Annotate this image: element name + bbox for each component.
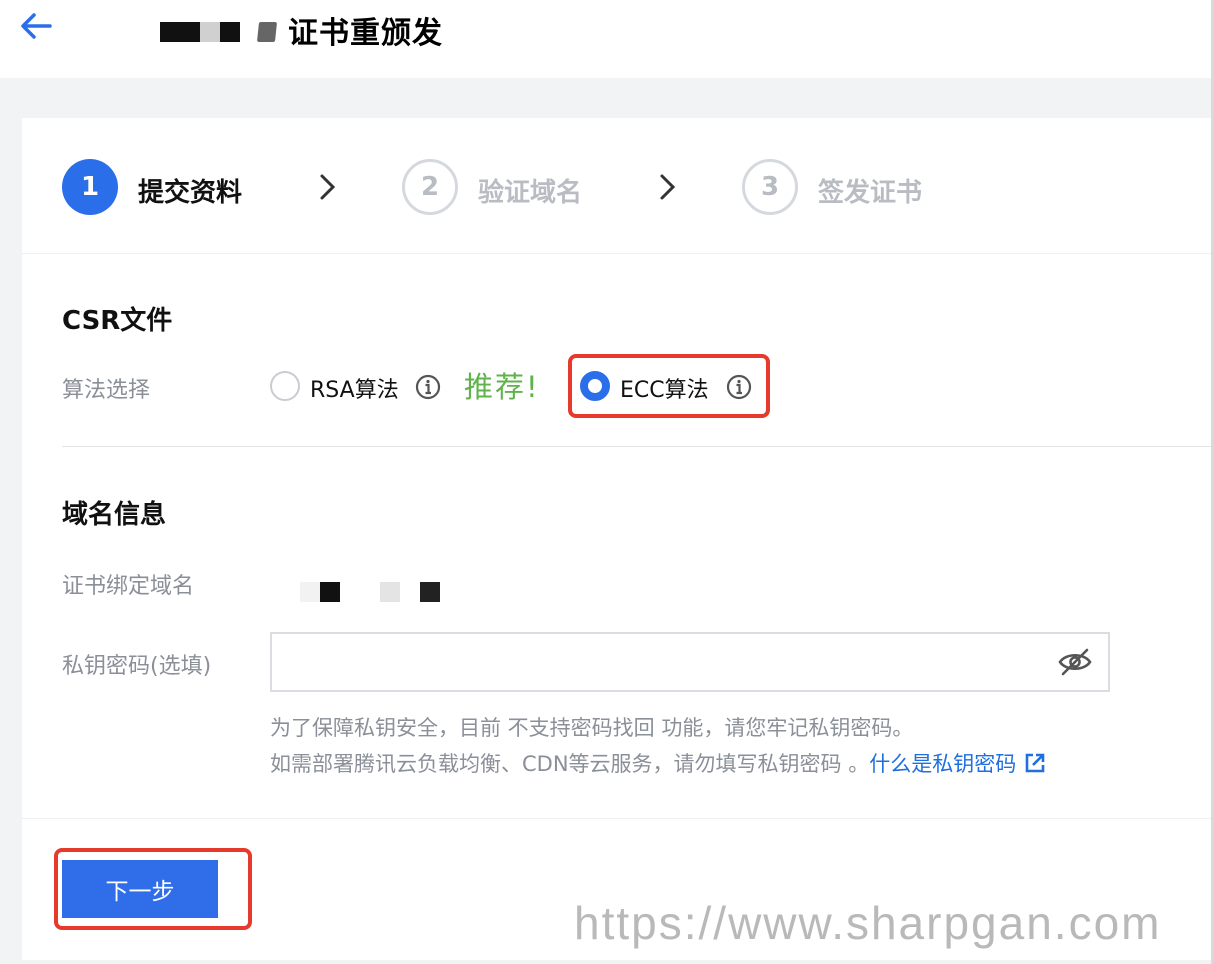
what-is-private-key-link[interactable]: 什么是私钥密码 bbox=[869, 752, 1016, 776]
private-key-label: 私钥密码(选填) bbox=[62, 654, 212, 679]
back-arrow-icon[interactable] bbox=[18, 10, 54, 42]
recommend-text: 推荐! bbox=[464, 370, 540, 404]
step-2-circle: 2 bbox=[402, 159, 458, 215]
eye-hidden-icon[interactable] bbox=[1058, 648, 1092, 676]
info-icon[interactable] bbox=[415, 374, 441, 400]
algorithm-label: 算法选择 bbox=[62, 378, 151, 403]
step-1-circle: 1 bbox=[62, 159, 118, 215]
next-step-button[interactable]: 下一步 bbox=[62, 860, 218, 918]
private-key-hint-line2: 如需部署腾讯云负载均衡、CDN等云服务，请勿填写私钥密码 。 bbox=[270, 752, 870, 776]
bound-domain-label: 证书绑定域名 bbox=[62, 574, 195, 599]
chevron-right-icon bbox=[660, 174, 676, 200]
domain-section-title: 域名信息 bbox=[62, 500, 167, 530]
step-3-label: 签发证书 bbox=[818, 178, 923, 208]
private-key-hint-line2-wrapper: 如需部署腾讯云负载均衡、CDN等云服务，请勿填写私钥密码 。什么是私钥密码 bbox=[270, 748, 1046, 778]
chevron-right-icon bbox=[320, 174, 336, 200]
csr-section-title: CSR文件 bbox=[62, 306, 173, 336]
step-1-label: 提交资料 bbox=[138, 178, 243, 208]
external-link-icon[interactable] bbox=[1024, 752, 1046, 774]
info-icon[interactable] bbox=[726, 374, 752, 400]
footer-divider bbox=[22, 818, 1214, 819]
rsa-radio[interactable] bbox=[270, 371, 300, 401]
private-key-hint-line1: 为了保障私钥安全，目前 不支持密码找回 功能，请您牢记私钥密码。 bbox=[270, 716, 914, 740]
step-2-label: 验证域名 bbox=[478, 178, 583, 208]
private-key-password-input[interactable] bbox=[270, 632, 1110, 692]
top-bar: 证书重颁发 bbox=[0, 0, 1214, 78]
rsa-option-label[interactable]: RSA算法 bbox=[310, 372, 399, 404]
main-card: 1 提交资料 2 验证域名 3 签发证书 CSR文件 算法选择 RSA算法 推荐… bbox=[22, 118, 1214, 960]
watermark-text: https://www.sharpgan.com bbox=[574, 897, 1162, 949]
redacted-title-prefix bbox=[160, 22, 278, 42]
page-title: 证书重颁发 bbox=[288, 16, 443, 51]
section-divider bbox=[62, 446, 1214, 447]
ecc-radio[interactable] bbox=[580, 371, 610, 401]
step-3-circle: 3 bbox=[742, 159, 798, 215]
ecc-option-label[interactable]: ECC算法 bbox=[620, 372, 709, 404]
step-indicator: 1 提交资料 2 验证域名 3 签发证书 bbox=[22, 118, 1214, 254]
